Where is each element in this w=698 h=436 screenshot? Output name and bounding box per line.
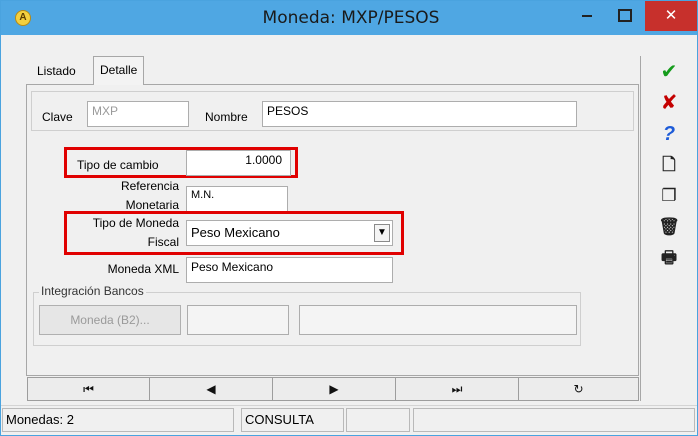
chevron-down-icon[interactable]: ▼ xyxy=(374,224,390,242)
copy-document-icon[interactable]: ❐ xyxy=(642,182,696,212)
referencia-label-line2: Monetaria xyxy=(125,198,179,212)
status-mode: CONSULTA xyxy=(241,408,344,432)
next-record-button[interactable]: ▶ xyxy=(272,377,396,401)
last-icon: ⏭ xyxy=(451,382,463,396)
integracion-bancos-title: Integración Bancos xyxy=(39,284,146,298)
referencia-label-line1: Referencia xyxy=(120,179,179,193)
title-bar: A Moneda: MXP/PESOS ✕ xyxy=(1,1,697,35)
toolbar-separator xyxy=(640,56,641,401)
tab-listado[interactable]: Listado xyxy=(31,60,82,84)
tipo-moneda-value: Peso Mexicano xyxy=(191,225,280,240)
referencia-field[interactable]: M.N. xyxy=(186,186,288,212)
moneda-b2-button[interactable]: Moneda (B2)... xyxy=(39,305,181,335)
previous-icon: ◀ xyxy=(206,382,216,396)
close-icon: ✕ xyxy=(664,7,678,24)
new-document-icon[interactable]: 🗋 xyxy=(642,151,696,181)
status-record-count: Monedas: 2 xyxy=(2,408,234,432)
tipo-cambio-label: Tipo de cambio xyxy=(77,158,159,172)
refresh-icon: ↻ xyxy=(573,382,584,396)
nombre-field[interactable]: PESOS xyxy=(262,101,577,127)
status-bar: Monedas: 2 CONSULTA xyxy=(1,405,697,435)
first-icon: ⏮ xyxy=(83,382,94,396)
b2-code-field[interactable] xyxy=(187,305,289,335)
b2-description-field[interactable] xyxy=(299,305,577,335)
accept-icon[interactable]: ✔ xyxy=(642,58,696,88)
status-cell-empty-2 xyxy=(413,408,695,432)
print-icon[interactable]: 🖶 xyxy=(642,244,696,274)
tipo-moneda-label-line1: Tipo de Moneda xyxy=(92,216,179,230)
tipo-moneda-select[interactable]: Peso Mexicano ▼ xyxy=(186,220,393,246)
moneda-xml-field[interactable]: Peso Mexicano xyxy=(186,257,393,283)
record-navigator: ⏮ ◀ ▶ ⏭ ↻ xyxy=(27,377,639,401)
tipo-cambio-field[interactable]: 1.0000 xyxy=(186,150,291,176)
app-icon: A xyxy=(15,10,31,26)
help-icon[interactable]: ? xyxy=(642,120,696,150)
delete-trash-icon[interactable]: 🗑 xyxy=(642,213,696,243)
status-cell-empty-1 xyxy=(346,408,410,432)
clave-label: Clave xyxy=(42,110,73,124)
next-icon: ▶ xyxy=(329,382,339,396)
first-record-button[interactable]: ⏮ xyxy=(27,377,150,401)
moneda-xml-label: Moneda XML xyxy=(107,262,179,276)
last-record-button[interactable]: ⏭ xyxy=(395,377,519,401)
cancel-icon[interactable]: ✘ xyxy=(642,89,696,119)
window: A Moneda: MXP/PESOS ✕ Listado Detalle Cl… xyxy=(0,0,698,436)
tipo-moneda-label-line2: Fiscal xyxy=(147,235,179,249)
side-toolbar: ✔ ✘ ? 🗋 ❐ 🗑 🖶 xyxy=(642,56,697,401)
tab-detalle[interactable]: Detalle xyxy=(93,56,145,85)
refresh-button[interactable]: ↻ xyxy=(518,377,639,401)
nombre-label: Nombre xyxy=(205,110,248,124)
clave-field[interactable]: MXP xyxy=(87,101,189,127)
previous-record-button[interactable]: ◀ xyxy=(149,377,273,401)
window-title: Moneda: MXP/PESOS xyxy=(262,8,440,28)
maximize-button[interactable] xyxy=(601,1,646,31)
close-button[interactable]: ✕ xyxy=(645,1,697,31)
